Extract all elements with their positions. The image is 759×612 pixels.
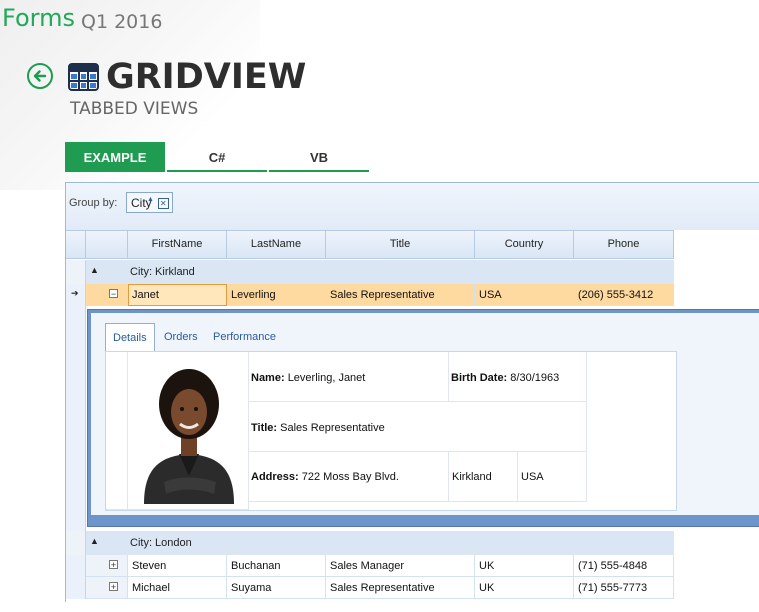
child-tabbed-view: Details Orders Performance Name: Leverli… (87, 309, 759, 527)
title-value: Sales Representative (280, 422, 385, 434)
collapse-icon[interactable]: ▲ (90, 265, 99, 275)
expand-row-icon[interactable]: + (109, 560, 118, 570)
current-row-arrow-icon: ➔ (71, 288, 79, 298)
cell-firstname[interactable]: Janet (128, 284, 227, 306)
detail-country-cell: USA (518, 452, 587, 502)
expand-row-icon[interactable]: + (109, 582, 118, 592)
employee-photo (128, 352, 249, 510)
detail-city-cell: Kirkland (449, 452, 518, 502)
birth-date-value: 8/30/1963 (510, 372, 560, 384)
title-label: Title: (251, 422, 278, 434)
table-row[interactable]: + Steven Buchanan Sales Manager UK (71) … (66, 555, 674, 577)
group-chip-city[interactable]: ▲ City ✕ (126, 192, 173, 213)
row-indicator (66, 531, 86, 555)
page-subtitle: TABBED VIEWS (70, 99, 199, 119)
group-panel[interactable]: Group by: ▲ City ✕ (66, 183, 759, 230)
table-row[interactable]: ➔ − Janet Leverling Sales Representative… (66, 284, 674, 306)
cell-lastname[interactable]: Suyama (227, 577, 326, 599)
column-header-row: FirstName LastName Title Country Phone (66, 230, 674, 259)
detail-spacer-cell (106, 352, 128, 510)
table-row[interactable]: + Michael Suyama Sales Representative UK… (66, 577, 674, 599)
cell-title[interactable]: Sales Manager (326, 555, 475, 577)
detail-tab-details[interactable]: Details (105, 323, 155, 352)
cell-phone[interactable]: (71) 555-7773 (574, 577, 674, 599)
cell-title[interactable]: Sales Representative (326, 284, 475, 306)
tab-csharp[interactable]: C# (167, 142, 267, 172)
row-indicator (66, 260, 86, 284)
cell-phone[interactable]: (71) 555-4848 (574, 555, 674, 577)
cell-country[interactable]: USA (475, 284, 574, 306)
detail-address-cell: Address: 722 Moss Bay Blvd. (249, 452, 449, 502)
cell-lastname[interactable]: Buchanan (227, 555, 326, 577)
group-row-kirkland[interactable]: ▲ City: Kirkland (66, 260, 674, 284)
expander-cell: − (86, 284, 128, 306)
cell-country[interactable]: UK (475, 577, 574, 599)
employee-photo-image (144, 369, 234, 504)
detail-content: Name: Leverling, Janet Birth Date: 8/30/… (105, 351, 677, 511)
back-button[interactable] (27, 63, 53, 89)
expander-cell: + (86, 577, 128, 599)
detail-birthdate-cell: Birth Date: 8/30/1963 (449, 352, 587, 402)
row-indicator: ➔ (66, 284, 86, 306)
cell-firstname[interactable]: Michael (128, 577, 227, 599)
page-title: GRIDVIEW (106, 57, 307, 97)
column-header-country[interactable]: Country (475, 231, 574, 258)
address-value: 722 Moss Bay Blvd. (301, 471, 399, 483)
column-header-lastname[interactable]: LastName (227, 231, 326, 258)
row-indicator (66, 577, 86, 599)
group-by-label: Group by: (69, 197, 118, 209)
column-header-phone[interactable]: Phone (574, 231, 674, 258)
country-value: USA (521, 471, 544, 483)
cell-title[interactable]: Sales Representative (326, 577, 475, 599)
arrow-left-icon (33, 70, 47, 82)
group-header-text: City: London (130, 537, 192, 549)
name-value: Leverling, Janet (287, 372, 366, 384)
group-row-london[interactable]: ▲ City: London (66, 531, 674, 555)
column-header-title[interactable]: Title (326, 231, 475, 258)
cell-lastname[interactable]: Leverling (227, 284, 326, 306)
detail-tab-performance[interactable]: Performance (206, 323, 283, 351)
city-value: Kirkland (452, 471, 492, 483)
app-brand: Forms (2, 4, 75, 32)
detail-tab-orders[interactable]: Orders (157, 323, 205, 351)
column-header-firstname[interactable]: FirstName (128, 231, 227, 258)
detail-name-cell: Name: Leverling, Janet (249, 352, 449, 402)
collapse-icon[interactable]: ▲ (90, 536, 99, 546)
name-label: Name: (251, 372, 285, 384)
expander-cell: + (86, 555, 128, 577)
detail-panel: Details Orders Performance Name: Leverli… (91, 313, 759, 515)
row-indicator-strip (66, 306, 86, 531)
detail-title-cell: Title: Sales Representative (249, 402, 587, 452)
address-label: Address: (251, 471, 299, 483)
tab-example[interactable]: EXAMPLE (65, 142, 165, 172)
cell-phone[interactable]: (206) 555-3412 (574, 284, 674, 306)
collapse-row-icon[interactable]: − (109, 289, 118, 299)
group-header-text: City: Kirkland (130, 266, 195, 278)
tab-vb[interactable]: VB (269, 142, 369, 172)
header-expander-cell (86, 231, 128, 258)
grid-icon (68, 63, 99, 91)
sort-ascending-icon: ▲ (147, 196, 154, 203)
row-indicator (66, 555, 86, 577)
app-version: Q1 2016 (81, 11, 163, 33)
gridview[interactable]: Group by: ▲ City ✕ FirstName LastName Ti… (65, 182, 759, 602)
header-indicator-cell (66, 231, 86, 258)
cell-firstname[interactable]: Steven (128, 555, 227, 577)
birth-date-label: Birth Date: (451, 372, 508, 384)
remove-group-icon[interactable]: ✕ (157, 198, 169, 209)
cell-country[interactable]: UK (475, 555, 574, 577)
